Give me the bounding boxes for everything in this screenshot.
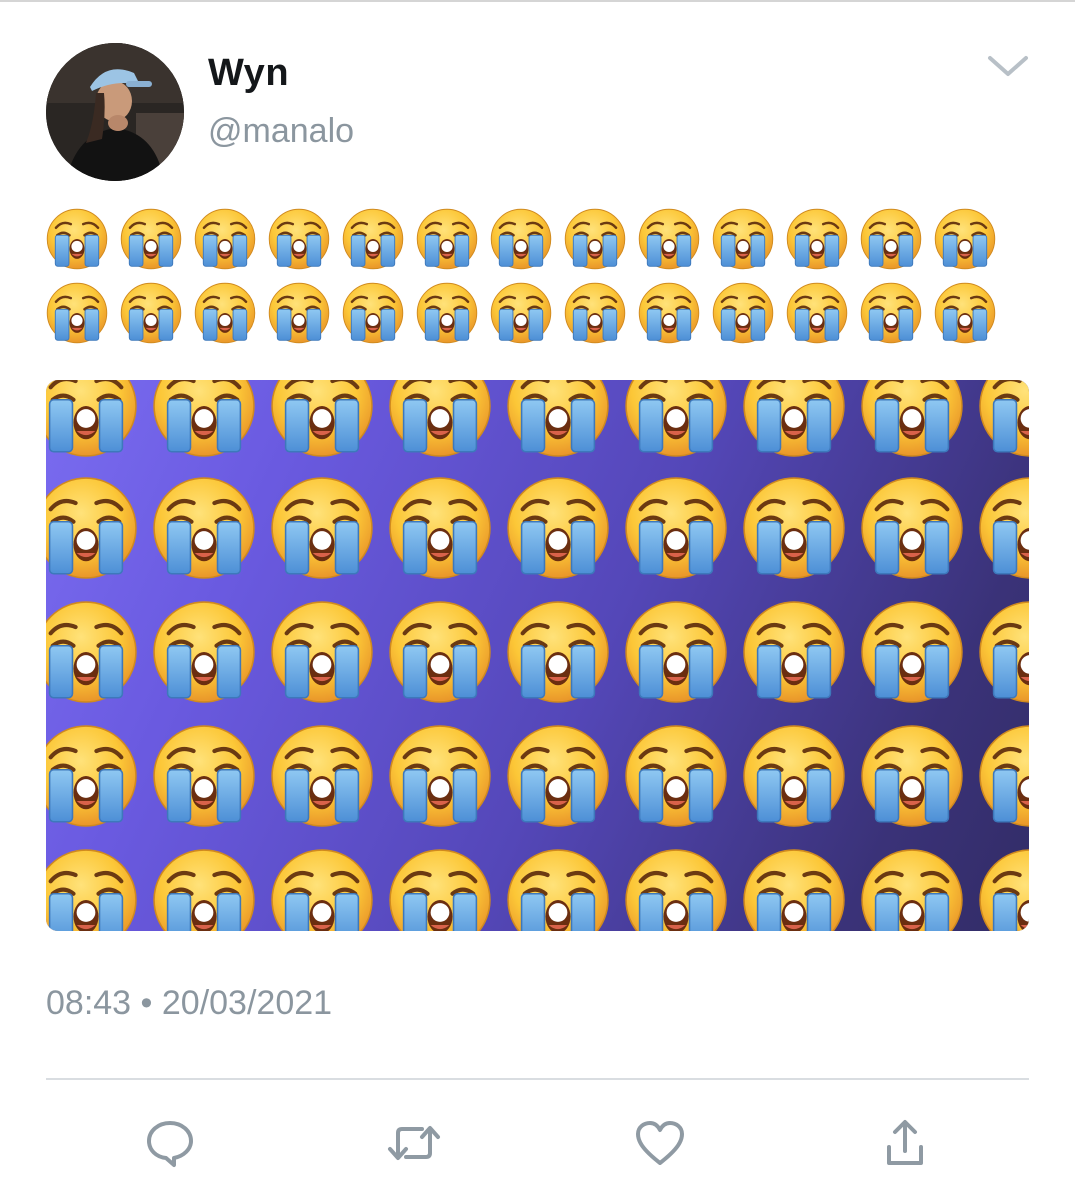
share-button[interactable] <box>877 1115 933 1171</box>
media-emoji-face <box>744 380 844 456</box>
loudly-crying-face-emoji <box>934 282 996 344</box>
tweet-text <box>46 208 1026 356</box>
media-emoji-face <box>626 602 726 702</box>
media-emoji-face <box>980 602 1029 702</box>
media-emoji-face <box>862 850 962 931</box>
media-emoji-face <box>272 478 372 578</box>
media-emoji-face <box>508 726 608 826</box>
media-emoji-face <box>980 850 1029 931</box>
media-emoji-face <box>46 478 136 578</box>
media-emoji-face <box>980 380 1029 456</box>
loudly-crying-face-emoji <box>786 208 848 270</box>
loudly-crying-face-emoji <box>490 208 552 270</box>
loudly-crying-face-emoji <box>342 282 404 344</box>
media-emoji-face <box>46 850 136 931</box>
media-emoji-face <box>862 478 962 578</box>
media-emoji-face <box>626 380 726 456</box>
media-emoji-face <box>46 602 136 702</box>
media-emoji-face <box>272 726 372 826</box>
user-handle[interactable]: @manalo <box>208 112 354 151</box>
loudly-crying-face-emoji <box>46 208 108 270</box>
emoji-row <box>46 208 1026 282</box>
share-icon <box>887 1120 923 1165</box>
media-emoji-face <box>390 380 490 456</box>
tweet-timestamp: 08:43 • 20/03/2021 <box>46 984 333 1022</box>
media-emoji-face <box>390 726 490 826</box>
loudly-crying-face-emoji <box>268 208 330 270</box>
media-emoji-face <box>744 726 844 826</box>
emoji-row <box>46 282 1026 356</box>
media-emoji-face <box>744 602 844 702</box>
media-emoji-face <box>626 850 726 931</box>
media-emoji-face <box>862 726 962 826</box>
media-emoji-face <box>744 850 844 931</box>
media-emoji-face <box>744 478 844 578</box>
loudly-crying-face-emoji <box>564 282 626 344</box>
loudly-crying-face-emoji <box>712 282 774 344</box>
loudly-crying-face-emoji <box>120 282 182 344</box>
media-emoji-face <box>390 602 490 702</box>
loudly-crying-face-emoji <box>564 208 626 270</box>
media-emoji-face <box>390 850 490 931</box>
loudly-crying-face-emoji <box>860 282 922 344</box>
loudly-crying-face-emoji <box>416 282 478 344</box>
media-emoji-face <box>390 478 490 578</box>
reply-icon <box>147 1121 193 1167</box>
loudly-crying-face-emoji <box>46 282 108 344</box>
loudly-crying-face-emoji <box>194 282 256 344</box>
loudly-crying-face-emoji <box>638 208 700 270</box>
media-emoji-face <box>980 726 1029 826</box>
media-emoji-face <box>508 850 608 931</box>
media-emoji-face <box>154 850 254 931</box>
media-emoji-face <box>508 602 608 702</box>
media-emoji-face <box>272 602 372 702</box>
loudly-crying-face-emoji <box>416 208 478 270</box>
display-name[interactable]: Wyn <box>208 52 289 95</box>
media-emoji-face <box>154 380 254 456</box>
loudly-crying-face-emoji <box>786 282 848 344</box>
media-emoji-face <box>508 478 608 578</box>
actions-divider <box>46 1078 1029 1080</box>
retweet-button[interactable] <box>386 1115 442 1171</box>
media-emoji-face <box>272 850 372 931</box>
loudly-crying-face-emoji <box>712 208 774 270</box>
media-emoji-face <box>154 478 254 578</box>
media-emoji-face <box>862 380 962 456</box>
chevron-down-icon[interactable] <box>984 50 1032 82</box>
loudly-crying-face-emoji <box>342 208 404 270</box>
media-emoji-face <box>154 602 254 702</box>
loudly-crying-face-emoji <box>860 208 922 270</box>
media-emoji-face <box>46 726 136 826</box>
loudly-crying-face-emoji <box>934 208 996 270</box>
loudly-crying-face-emoji <box>490 282 552 344</box>
loudly-crying-face-emoji <box>120 208 182 270</box>
media-emoji-face <box>980 478 1029 578</box>
tweet-media-image[interactable] <box>46 380 1029 931</box>
media-emoji-face <box>46 380 136 456</box>
media-emoji-face <box>272 380 372 456</box>
media-emoji-face <box>862 602 962 702</box>
retweet-icon <box>388 1126 440 1160</box>
loudly-crying-face-emoji <box>638 282 700 344</box>
reply-button[interactable] <box>142 1115 198 1171</box>
media-emoji-face <box>626 726 726 826</box>
heart-icon <box>636 1121 684 1165</box>
media-emoji-face <box>508 380 608 456</box>
media-emoji-face <box>626 478 726 578</box>
avatar[interactable] <box>46 43 184 181</box>
like-button[interactable] <box>632 1115 688 1171</box>
media-emoji-face <box>154 726 254 826</box>
loudly-crying-face-emoji <box>194 208 256 270</box>
loudly-crying-face-emoji <box>268 282 330 344</box>
top-divider <box>0 0 1075 2</box>
